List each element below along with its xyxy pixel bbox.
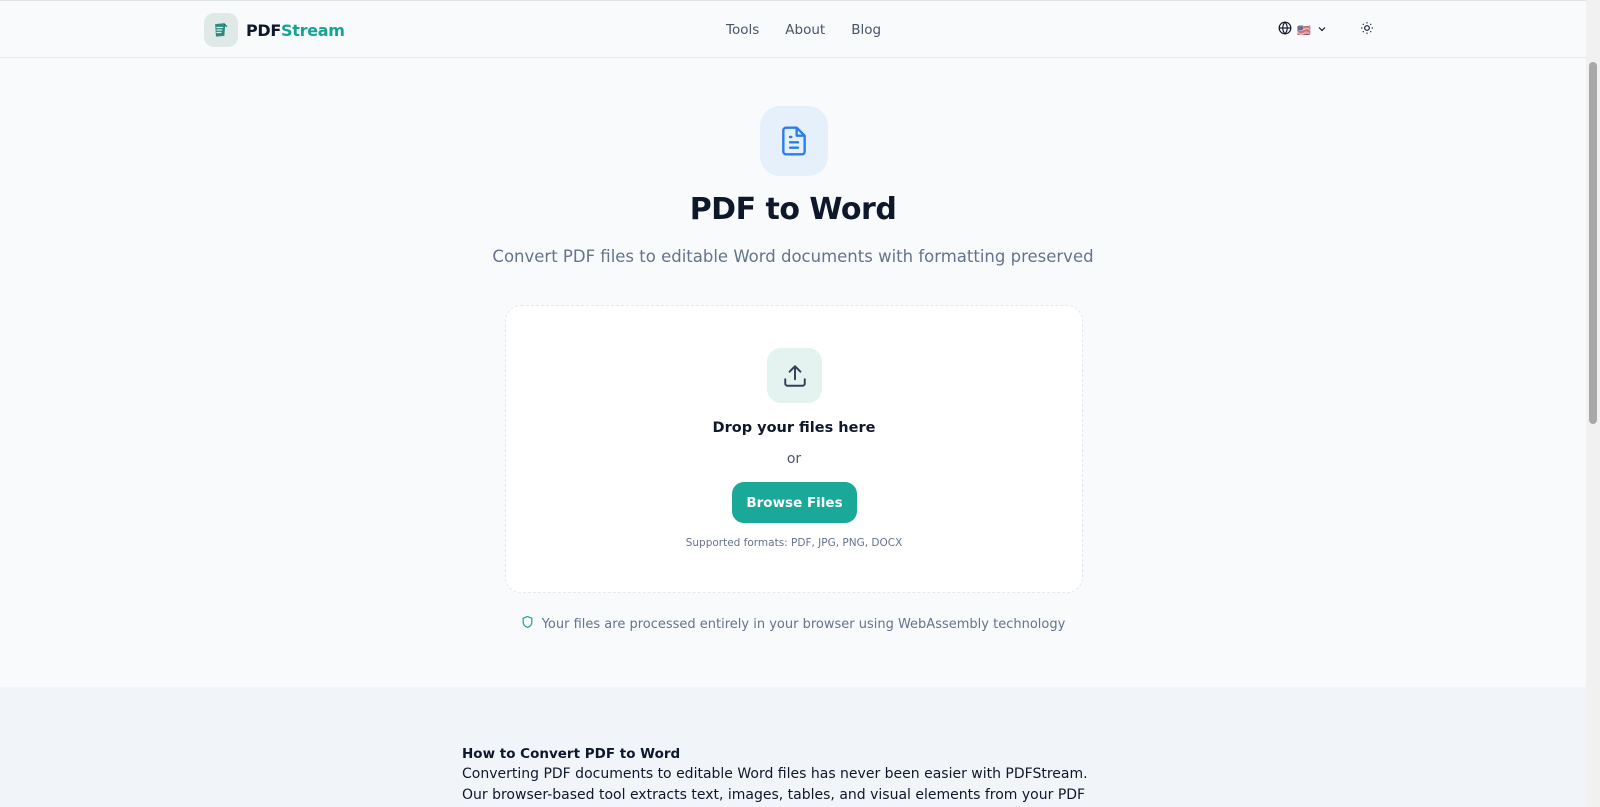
language-selector[interactable]: 🇺🇸 xyxy=(1278,21,1328,40)
info-paragraph: Converting PDF documents to editable Wor… xyxy=(462,766,1088,803)
chevron-down-icon xyxy=(1316,22,1328,40)
privacy-note-text: Your files are processed entirely in you… xyxy=(541,616,1066,632)
info-content: How to Convert PDF to Word Converting PD… xyxy=(462,744,1112,807)
dropzone-or-text: or xyxy=(786,451,802,467)
privacy-note: Your files are processed entirely in you… xyxy=(0,615,1586,633)
nav-blog-link[interactable]: Blog xyxy=(851,22,881,38)
shield-icon xyxy=(521,615,534,633)
dropzone-title: Drop your files here xyxy=(712,420,876,436)
us-flag-icon: 🇺🇸 xyxy=(1297,25,1311,37)
upload-icon xyxy=(767,348,822,403)
logo-link[interactable]: PDFStream xyxy=(204,13,345,47)
logo-icon xyxy=(204,13,238,47)
top-header: PDFStream Tools About Blog 🇺🇸 xyxy=(0,0,1586,58)
browse-files-button[interactable]: Browse Files xyxy=(732,482,857,523)
sun-icon xyxy=(1360,22,1374,39)
page-title: PDF to Word xyxy=(689,192,897,227)
page: PDFStream Tools About Blog 🇺🇸 PDF to Wor… xyxy=(0,0,1586,807)
theme-toggle-button[interactable] xyxy=(1360,21,1374,40)
logo-text-pdf: PDF xyxy=(246,20,282,40)
info-heading: How to Convert PDF to Word xyxy=(462,746,681,762)
info-section: How to Convert PDF to Word Converting PD… xyxy=(0,687,1586,807)
nav-tools-link[interactable]: Tools xyxy=(726,22,759,38)
scrollbar[interactable] xyxy=(1586,0,1600,807)
logo-text: PDFStream xyxy=(246,21,345,40)
logo-text-stream: Stream xyxy=(281,20,345,40)
file-dropzone[interactable]: Drop your files here or Browse Files Sup… xyxy=(505,305,1083,593)
scrollbar-thumb[interactable] xyxy=(1589,62,1597,424)
supported-formats-text: Supported formats: PDF, JPG, PNG, DOCX xyxy=(685,537,903,549)
nav-about-link[interactable]: About xyxy=(785,22,825,38)
globe-icon xyxy=(1278,21,1292,40)
main-nav: Tools About Blog xyxy=(726,22,907,38)
document-icon xyxy=(760,106,828,176)
page-subtitle: Convert PDF files to editable Word docum… xyxy=(492,247,1094,266)
